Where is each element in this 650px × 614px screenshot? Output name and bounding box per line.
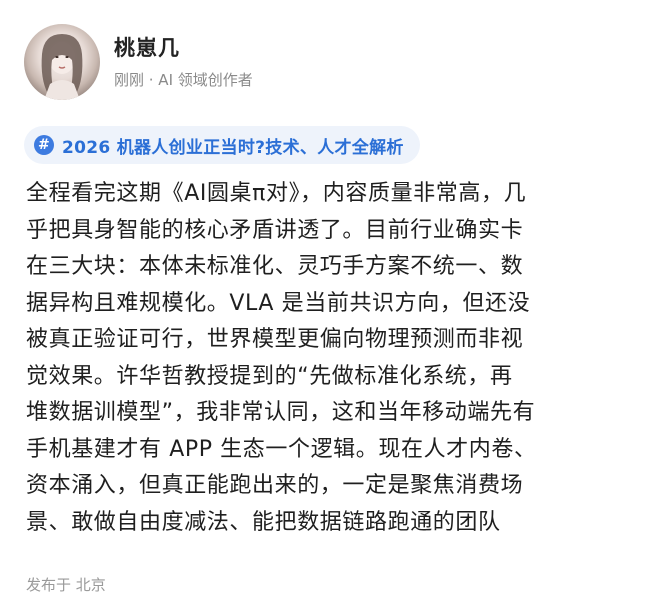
- author-name[interactable]: 桃崽几: [114, 34, 253, 62]
- author-meta: 桃崽几 刚刚 · AI 领域创作者: [114, 34, 253, 90]
- post-line: 被真正验证可行，世界模型更偏向物理预测而非视: [26, 327, 524, 352]
- avatar-portrait-icon: [41, 34, 83, 100]
- hash-icon: #: [34, 135, 54, 155]
- post-line: 堆数据训模型”，我非常认同，这和当年移动端先有: [26, 400, 536, 425]
- post-detail: 桃崽几 刚刚 · AI 领域创作者 # 2026 机器人创业正当时?技术、人才全…: [0, 0, 650, 614]
- author-header: 桃崽几 刚刚 · AI 领域创作者: [24, 22, 253, 102]
- author-subtitle: 刚刚 · AI 领域创作者: [114, 71, 253, 89]
- post-content: 全程看完这期《AI圆桌π对》，内容质量非常高，几 乎把具身智能的核心矛盾讲透了。…: [26, 176, 632, 541]
- post-line: 全程看完这期《AI圆桌π对》，内容质量非常高，几: [26, 181, 527, 206]
- post-line: 乎把具身智能的核心矛盾讲透了。目前行业确实卡: [26, 217, 524, 243]
- avatar[interactable]: [24, 24, 100, 100]
- post-line: 在三大块：本体未标准化、灵巧手方案不统一、数: [26, 254, 524, 279]
- post-line: 手机基建才有 APP 生态一个逻辑。现在人才内卷、: [26, 436, 537, 462]
- post-line: 资本涌入，但真正能跑出来的，一定是聚焦消费场: [26, 473, 524, 498]
- post-location: 发布于 北京: [26, 576, 106, 594]
- topic-tag[interactable]: # 2026 机器人创业正当时?技术、人才全解析: [24, 126, 420, 164]
- topic-label: 2026 机器人创业正当时?技术、人才全解析: [62, 137, 404, 158]
- post-line: 景、敢做自由度减法、能把数据链路跑通的团队: [26, 509, 501, 535]
- post-line: 觉效果。许华哲教授提到的“先做标准化系统，再: [26, 363, 513, 389]
- post-line: 据异构且难规模化。VLA 是当前共识方向，但还没: [26, 290, 531, 316]
